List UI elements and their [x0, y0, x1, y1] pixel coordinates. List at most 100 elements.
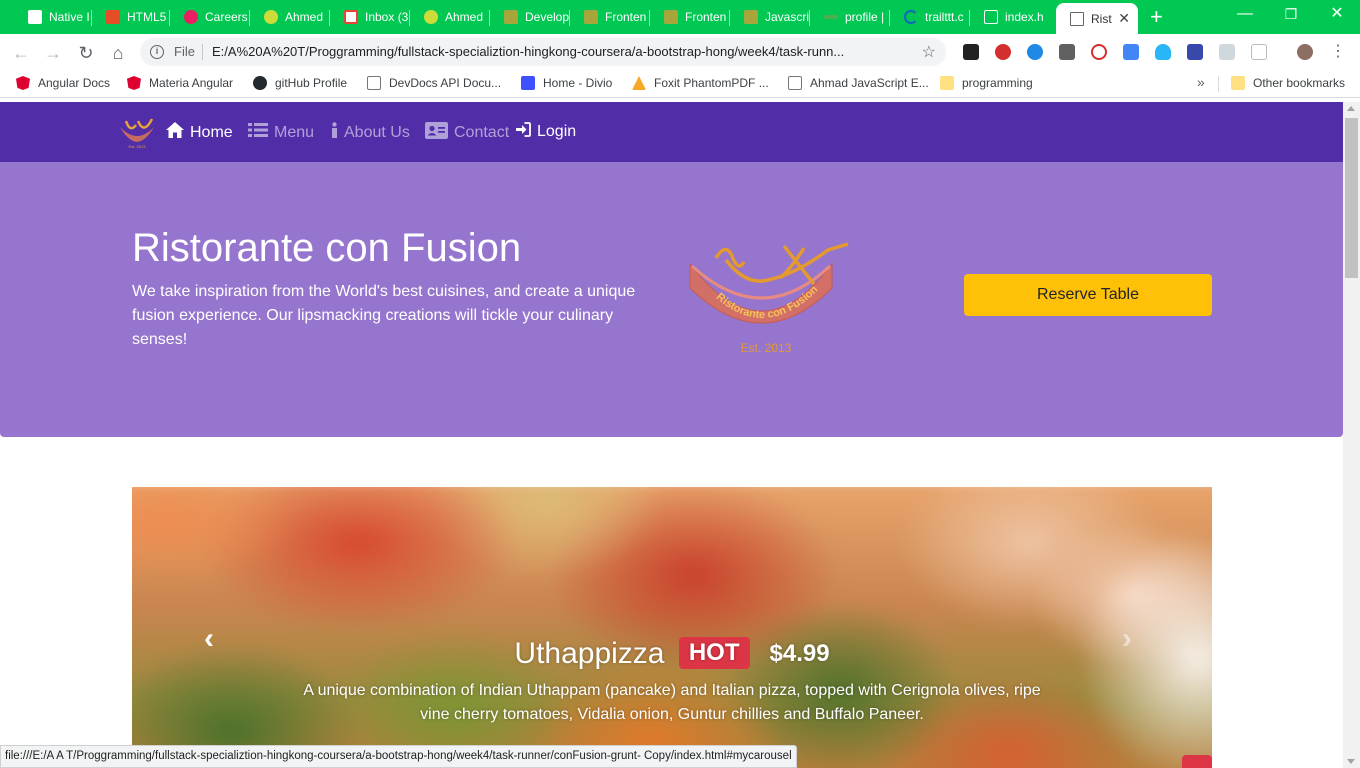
- sign-in-icon: [516, 122, 531, 142]
- url-scheme: File: [174, 44, 195, 59]
- browser-tab[interactable]: Inbox (3: [330, 3, 410, 31]
- translate-icon[interactable]: [1123, 44, 1139, 60]
- back-button[interactable]: ←: [8, 40, 34, 66]
- browser-tab[interactable]: Ahmed: [250, 3, 330, 31]
- browser-tab[interactable]: Fronten: [650, 3, 730, 31]
- intro-text: We take inspiration from the World's bes…: [132, 283, 636, 348]
- scroll-up-icon[interactable]: [1347, 106, 1355, 111]
- partial-red-element: [1182, 755, 1212, 768]
- divio-icon: [521, 76, 535, 90]
- page-scrollbar[interactable]: [1343, 102, 1360, 768]
- site-icon: [824, 15, 838, 19]
- address-bar[interactable]: i File E:/A%20A%20T/Proggramming/fullsta…: [140, 38, 946, 66]
- browser-tab[interactable]: HTML5: [92, 3, 170, 31]
- bookmark-item[interactable]: Home - Divio: [521, 76, 612, 90]
- browser-tab[interactable]: Fronten: [570, 3, 650, 31]
- nav-about[interactable]: About Us: [331, 122, 410, 144]
- page-title: Ristorante con Fusion: [132, 226, 522, 270]
- browser-tab[interactable]: Ahmed: [410, 3, 490, 31]
- page-viewport: Est. 2013 Home Menu About Us Contact Log…: [0, 102, 1343, 768]
- carousel-caption: Uthappizza HOT $4.99 A unique combination…: [132, 637, 1212, 727]
- bookmark-item[interactable]: Ahmad JavaScript E...: [788, 76, 929, 90]
- page-icon: [788, 76, 802, 90]
- scroll-down-icon[interactable]: [1347, 759, 1355, 764]
- login-link[interactable]: Login: [516, 122, 576, 142]
- scroll-thumb[interactable]: [1345, 118, 1358, 278]
- new-tab-button[interactable]: +: [1150, 5, 1163, 29]
- list-icon: [248, 122, 268, 143]
- site-icon: [584, 10, 598, 24]
- page-icon: [28, 10, 42, 24]
- bookmark-star-icon[interactable]: ☆: [922, 42, 936, 62]
- home-button[interactable]: ⌂: [105, 40, 131, 66]
- extension-icon[interactable]: [1027, 44, 1043, 60]
- extension-icon[interactable]: [1091, 44, 1107, 60]
- extension-icon[interactable]: [1219, 44, 1235, 60]
- divider: [202, 44, 203, 60]
- browser-toolbar: ← → ↻ ⌂ i File E:/A%20A%20T/Proggramming…: [0, 34, 1360, 70]
- bookmark-item[interactable]: gitHub Profile: [253, 76, 347, 90]
- site-icon: [664, 10, 678, 24]
- minimize-button[interactable]: —: [1222, 4, 1268, 24]
- browser-tab-active[interactable]: Rist ✕: [1056, 3, 1138, 34]
- restaurant-logo: Ristorante con Fusion Est. 2013: [689, 242, 849, 355]
- site-icon: [424, 10, 438, 24]
- extension-icon[interactable]: [1187, 44, 1203, 60]
- home-icon: [166, 122, 184, 143]
- browser-tab[interactable]: index.h: [970, 3, 1056, 31]
- bookmark-item[interactable]: Foxit PhantomPDF ...: [632, 76, 769, 90]
- loading-icon: [904, 10, 918, 24]
- site-icon: [504, 10, 518, 24]
- address-card-icon: [425, 122, 448, 144]
- reserve-table-button[interactable]: Reserve Table: [964, 274, 1212, 316]
- dish-heading: Uthappizza HOT $4.99: [132, 637, 1212, 671]
- reload-button[interactable]: ↻: [73, 40, 99, 66]
- page-icon: [984, 10, 998, 24]
- browser-tab[interactable]: Careers: [170, 3, 250, 31]
- restore-button[interactable]: ❐: [1268, 4, 1314, 24]
- more-bookmarks-icon[interactable]: »: [1197, 74, 1205, 90]
- bookmark-item[interactable]: Materia Angular: [127, 76, 233, 90]
- extension-icon[interactable]: [1059, 44, 1075, 60]
- menu-icon[interactable]: ⋮: [1330, 41, 1346, 61]
- page-icon: [1070, 11, 1084, 26]
- browser-tab[interactable]: trailttt.c: [890, 3, 970, 31]
- nav-home[interactable]: Home: [166, 122, 233, 143]
- hot-badge: HOT: [678, 637, 750, 669]
- browser-tab[interactable]: Develop: [490, 3, 570, 31]
- bookmark-folder[interactable]: programming: [940, 76, 1033, 90]
- tab-strip: Native I HTML5 Careers Ahmed Inbox (3 Ah…: [0, 0, 1360, 34]
- jumbotron: Ristorante con Fusion We take inspiratio…: [0, 162, 1343, 437]
- extension-icon[interactable]: [1251, 44, 1267, 60]
- bookmarks-bar: Angular Docs Materia Angular gitHub Prof…: [0, 70, 1360, 98]
- browser-tab[interactable]: Javascri: [730, 3, 810, 31]
- nav-menu[interactable]: Menu: [248, 122, 314, 143]
- link-status-bar: file:///E:/A A T/Proggramming/fullstack-…: [0, 745, 797, 768]
- dish-name: Uthappizza: [514, 637, 665, 670]
- folder-icon: [1231, 76, 1245, 90]
- browser-tab[interactable]: Native I: [14, 3, 92, 31]
- info-icon[interactable]: i: [150, 45, 164, 59]
- brand-logo[interactable]: Est. 2013: [116, 115, 158, 149]
- info-icon: [331, 122, 338, 144]
- cloud-icon[interactable]: [1155, 44, 1171, 60]
- extension-icon[interactable]: [963, 44, 979, 60]
- url-text[interactable]: E:/A%20A%20T/Proggramming/fullstack-spec…: [212, 44, 912, 59]
- github-icon: [253, 76, 267, 90]
- logo-est: Est. 2013: [741, 341, 792, 355]
- bookmark-item[interactable]: Angular Docs: [16, 76, 110, 90]
- other-bookmarks-folder[interactable]: Other bookmarks: [1231, 76, 1345, 90]
- dish-description: A unique combination of Indian Uthappam …: [303, 682, 1041, 723]
- forward-button[interactable]: →: [40, 40, 66, 66]
- devdocs-icon: [367, 76, 381, 90]
- extension-icon[interactable]: [995, 44, 1011, 60]
- angular-icon: [16, 76, 30, 90]
- browser-tab[interactable]: profile |: [810, 3, 890, 31]
- html5-icon: [106, 10, 120, 24]
- divider: [1218, 76, 1219, 92]
- bookmark-item[interactable]: DevDocs API Docu...: [367, 76, 501, 90]
- avatar[interactable]: [1297, 44, 1313, 60]
- close-tab-icon[interactable]: ✕: [1118, 10, 1130, 27]
- close-window-button[interactable]: ✕: [1314, 4, 1360, 24]
- nav-contact[interactable]: Contact: [425, 122, 509, 144]
